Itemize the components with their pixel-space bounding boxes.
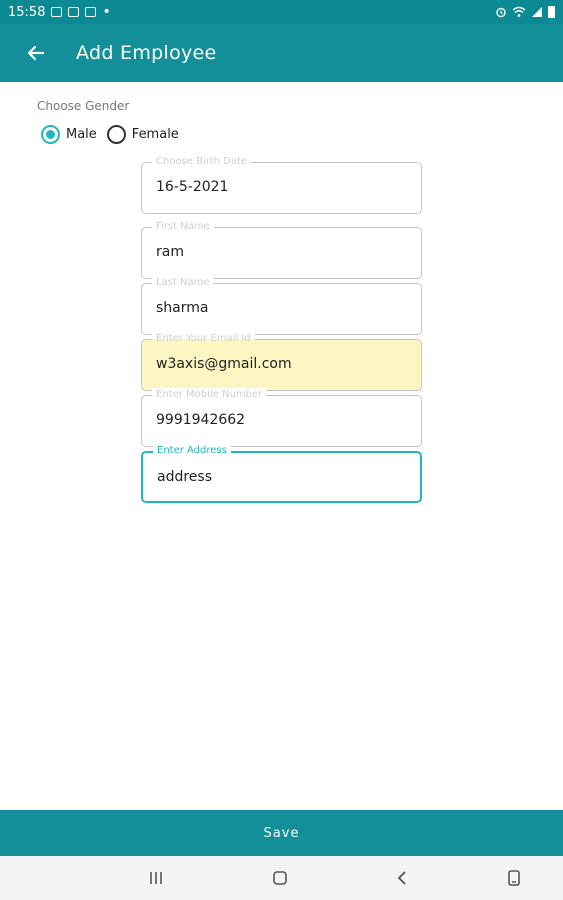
save-label: Save [263, 825, 300, 841]
media-icon [68, 7, 80, 17]
field-label: Last Name [152, 276, 214, 290]
birth-date-field[interactable]: Choose Birth Date 16-5-2021 [141, 155, 422, 214]
notification-dot: • [102, 4, 111, 20]
last-name-field[interactable]: Last Name sharma [141, 276, 422, 335]
recent-apps-icon [150, 872, 162, 884]
gender-option-label: Male [66, 127, 97, 142]
recent-apps-button[interactable] [143, 866, 169, 890]
system-nav-bar [0, 856, 563, 900]
field-label: Enter Mobile Number [152, 388, 267, 402]
gender-option-female[interactable]: Female [106, 125, 179, 144]
home-button[interactable] [267, 866, 293, 890]
field-label: Enter Your Email Id [152, 332, 255, 346]
email-field[interactable]: Enter Your Email Id w3axis@gmail.com [141, 332, 422, 391]
chevron-left-icon [397, 871, 406, 885]
system-back-button[interactable] [390, 866, 416, 890]
field-value: 16-5-2021 [156, 179, 229, 195]
gender-option-label: Female [131, 127, 179, 142]
radio-checked-icon[interactable] [41, 125, 60, 144]
field-value: ram [156, 244, 184, 260]
mobile-number-field[interactable]: Enter Mobile Number 9991942662 [141, 388, 422, 447]
arrow-left-icon [27, 45, 45, 61]
status-bar: 15:58 • [0, 0, 563, 24]
phone-rotate-icon [508, 870, 520, 886]
radio-unchecked-icon[interactable] [106, 125, 126, 144]
gender-label: Choose Gender [37, 99, 130, 113]
field-value: w3axis@gmail.com [156, 356, 292, 372]
app-bar: Add Employee [0, 24, 563, 82]
status-time: 15:58 [8, 4, 46, 20]
alarm-icon [496, 7, 506, 18]
battery-icon [548, 6, 555, 18]
field-value: sharma [156, 300, 209, 316]
back-button[interactable] [16, 33, 56, 73]
gender-option-male[interactable]: Male [41, 125, 97, 144]
field-label: Enter Address [153, 444, 231, 458]
save-button[interactable]: Save [0, 810, 563, 856]
field-value: 9991942662 [156, 412, 246, 428]
wifi-icon [512, 6, 526, 17]
first-name-field[interactable]: First Name ram [141, 220, 422, 279]
field-value: address [157, 469, 213, 485]
gender-radio-group: Male Female [41, 125, 189, 144]
field-label: Choose Birth Date [152, 155, 252, 169]
home-icon [273, 871, 287, 885]
gallery-icon [51, 7, 63, 17]
field-label: First Name [152, 220, 214, 234]
signal-icon [532, 7, 542, 17]
rotate-button[interactable] [501, 866, 527, 890]
address-field[interactable]: Enter Address address [141, 444, 422, 503]
page-title: Add Employee [76, 42, 217, 64]
clipboard-icon [85, 7, 97, 17]
